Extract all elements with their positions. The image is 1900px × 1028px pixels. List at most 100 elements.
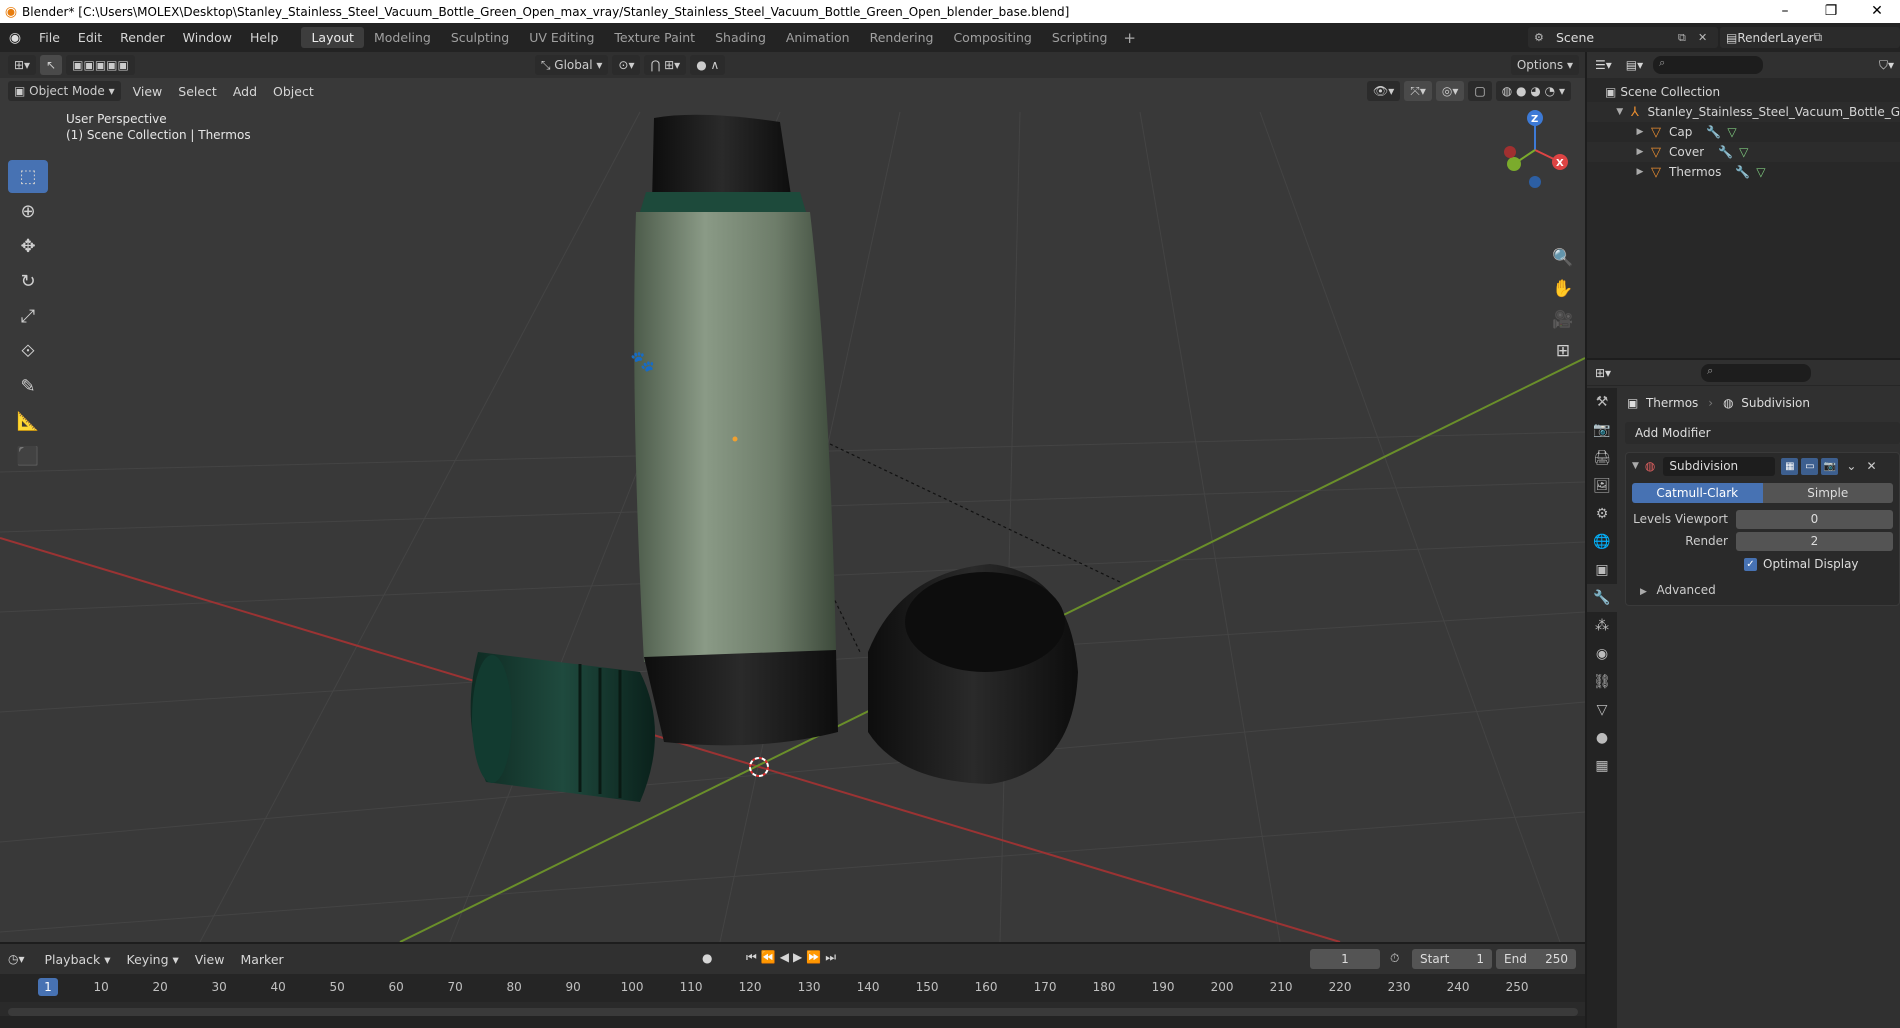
playhead-frame[interactable]: 1: [38, 978, 58, 996]
output-tab-icon[interactable]: 🖨: [1587, 444, 1617, 472]
menu-edit[interactable]: Edit: [69, 30, 111, 45]
xray-toggle[interactable]: ▢: [1468, 81, 1492, 101]
collapse-chevron-icon[interactable]: ▶: [1633, 147, 1647, 157]
mesh-data-icon[interactable]: ▽: [1756, 165, 1765, 179]
gizmo-neg-x-icon[interactable]: [1504, 146, 1516, 158]
select-mode-buttons[interactable]: ▣▣▣▣▣: [66, 55, 135, 75]
visibility-dropdown[interactable]: 👁▾: [1367, 81, 1401, 101]
outliner-scene-collection[interactable]: ▣ Scene Collection: [1587, 82, 1900, 102]
gizmo-toggle[interactable]: ⤧▾: [1404, 81, 1432, 101]
copy-scene-icon[interactable]: ⧉: [1678, 31, 1698, 45]
rotate-tool[interactable]: ↻: [8, 265, 48, 298]
tool-tab-icon[interactable]: ⚒: [1587, 388, 1617, 416]
tab-animation[interactable]: Animation: [776, 27, 860, 48]
properties-search-input[interactable]: ⌕: [1701, 363, 1812, 382]
cap-object[interactable]: [470, 652, 655, 802]
material-tab-icon[interactable]: ●: [1587, 724, 1617, 752]
move-tool[interactable]: ✥: [8, 230, 48, 263]
scene-tab-icon[interactable]: ⚙: [1587, 500, 1617, 528]
annotate-tool[interactable]: ✎: [8, 370, 48, 403]
advanced-subpanel[interactable]: ▶ Advanced: [1640, 583, 1899, 597]
close-button[interactable]: ✕: [1854, 0, 1900, 23]
scene-selector[interactable]: ⚙ Scene ⧉ ✕: [1528, 27, 1718, 48]
mesh-data-icon[interactable]: ▽: [1739, 145, 1748, 159]
tab-modeling[interactable]: Modeling: [364, 27, 441, 48]
camera-icon[interactable]: 🎥: [1548, 310, 1578, 341]
tab-texture-paint[interactable]: Texture Paint: [604, 27, 705, 48]
viewport-menu-select[interactable]: Select: [170, 84, 225, 99]
shading-modes[interactable]: ◍ ● ◕ ◔ ▾: [1495, 81, 1571, 101]
outliner-item-cap[interactable]: ▶ ▽ Cap 🔧 ▽: [1587, 122, 1900, 142]
select-box-tool[interactable]: ⬚: [8, 160, 48, 193]
3d-viewport[interactable]: 🐾 Z X ⊞▾ ↖ ▣▣▣▣▣ ⤡ Global ▾ ⊙▾ ⋂ ⊞▾ ● ∧ …: [0, 52, 1585, 942]
view-layer-tab-icon[interactable]: 🖼: [1587, 472, 1617, 500]
modifier-name-field[interactable]: Subdivision: [1663, 456, 1776, 476]
outliner-search-input[interactable]: ⌕: [1653, 56, 1764, 74]
cover-object[interactable]: [868, 564, 1078, 784]
collapse-chevron-icon[interactable]: ▶: [1633, 127, 1647, 137]
viewport-toggle-icon[interactable]: ▭: [1801, 457, 1819, 475]
current-frame-field[interactable]: 1: [1310, 949, 1380, 969]
outliner-collection-row[interactable]: ▼ ⅄ Stanley_Stainless_Steel_Vacuum_Bottl…: [1587, 102, 1900, 122]
tab-shading[interactable]: Shading: [705, 27, 776, 48]
tab-compositing[interactable]: Compositing: [943, 27, 1041, 48]
stopwatch-icon[interactable]: ⏱: [1390, 951, 1399, 966]
menu-file[interactable]: File: [30, 30, 69, 45]
modifier-wrench-icon[interactable]: 🔧: [1718, 145, 1733, 159]
optimal-display-checkbox[interactable]: ✓ Optimal Display: [1744, 557, 1899, 571]
simple-button[interactable]: Simple: [1762, 483, 1893, 503]
mode-dropdown[interactable]: ▣ Object Mode ▾: [8, 81, 121, 101]
cursor-tool[interactable]: ⊕: [8, 195, 48, 228]
thermos-object[interactable]: 🐾: [630, 114, 838, 746]
gizmo-y-icon[interactable]: [1507, 157, 1521, 171]
modifier-tab-icon[interactable]: 🔧: [1587, 584, 1617, 612]
timeline-editor-icon[interactable]: ◷▾: [8, 952, 25, 966]
frame-ruler[interactable]: 1 10 20 30 40 50 60 70 80 90 100 110 120 130 140 150 16…: [0, 974, 1585, 1002]
properties-editor-icon[interactable]: ⊞▾: [1595, 366, 1611, 380]
tab-uv-editing[interactable]: UV Editing: [519, 27, 604, 48]
zoom-icon[interactable]: 🔍: [1548, 248, 1578, 279]
jump-start-icon[interactable]: ⏮: [746, 950, 761, 964]
tab-layout[interactable]: Layout: [301, 27, 364, 48]
play-icon[interactable]: ▶: [793, 950, 806, 964]
collapse-chevron-icon[interactable]: ▶: [1633, 167, 1647, 177]
record-button[interactable]: ●: [702, 951, 712, 965]
mesh-data-icon[interactable]: ▽: [1727, 125, 1736, 139]
panel-collapse-icon[interactable]: ▼: [1632, 461, 1639, 471]
measure-tool[interactable]: 📐: [8, 405, 48, 438]
particles-tab-icon[interactable]: ⁂: [1587, 612, 1617, 640]
add-cube-tool[interactable]: ⬛: [8, 440, 48, 473]
options-dropdown[interactable]: Options ▾: [1510, 55, 1579, 75]
transform-tool[interactable]: ⟐: [8, 335, 48, 368]
pan-hand-icon[interactable]: ✋: [1548, 279, 1578, 310]
copy-layer-icon[interactable]: ⧉: [1814, 30, 1823, 45]
jump-end-icon[interactable]: ⏭: [825, 950, 840, 964]
menu-render[interactable]: Render: [111, 30, 174, 45]
editor-type-button[interactable]: ⊞▾: [8, 55, 37, 75]
proportional-edit-toggle[interactable]: ● ∧: [690, 55, 726, 75]
transform-orientation-dropdown[interactable]: ⤡ Global ▾: [534, 55, 609, 75]
render-tab-icon[interactable]: 📷: [1587, 416, 1617, 444]
filter-icon[interactable]: ⛉▾: [1879, 58, 1894, 73]
timeline-menu-keying[interactable]: Keying ▾: [119, 952, 187, 967]
restore-button[interactable]: ❐: [1808, 0, 1854, 23]
viewport-menu-view[interactable]: View: [125, 84, 171, 99]
timeline-menu-view[interactable]: View: [187, 952, 233, 967]
edit-mode-toggle-icon[interactable]: ▦: [1781, 457, 1799, 475]
remove-scene-icon[interactable]: ✕: [1698, 31, 1718, 44]
expand-chevron-icon[interactable]: ▼: [1613, 107, 1626, 117]
modifier-wrench-icon[interactable]: 🔧: [1706, 125, 1721, 139]
add-workspace-button[interactable]: +: [1117, 29, 1142, 47]
render-layer-selector[interactable]: ▤ RenderLayer ⧉: [1720, 27, 1900, 48]
pivot-dropdown[interactable]: ⊙▾: [612, 55, 641, 75]
timeline-menu-marker[interactable]: Marker: [232, 952, 291, 967]
timeline-scrollbar[interactable]: [8, 1008, 1578, 1016]
render-levels-field[interactable]: 2: [1736, 531, 1893, 551]
tab-sculpting[interactable]: Sculpting: [441, 27, 519, 48]
render-toggle-icon[interactable]: 📷: [1821, 457, 1839, 475]
scale-tool[interactable]: ⤢: [8, 300, 48, 333]
menu-window[interactable]: Window: [174, 30, 241, 45]
next-keyframe-icon[interactable]: ⏩: [806, 950, 825, 964]
menu-help[interactable]: Help: [241, 30, 288, 45]
remove-modifier-icon[interactable]: ✕: [1866, 459, 1876, 473]
